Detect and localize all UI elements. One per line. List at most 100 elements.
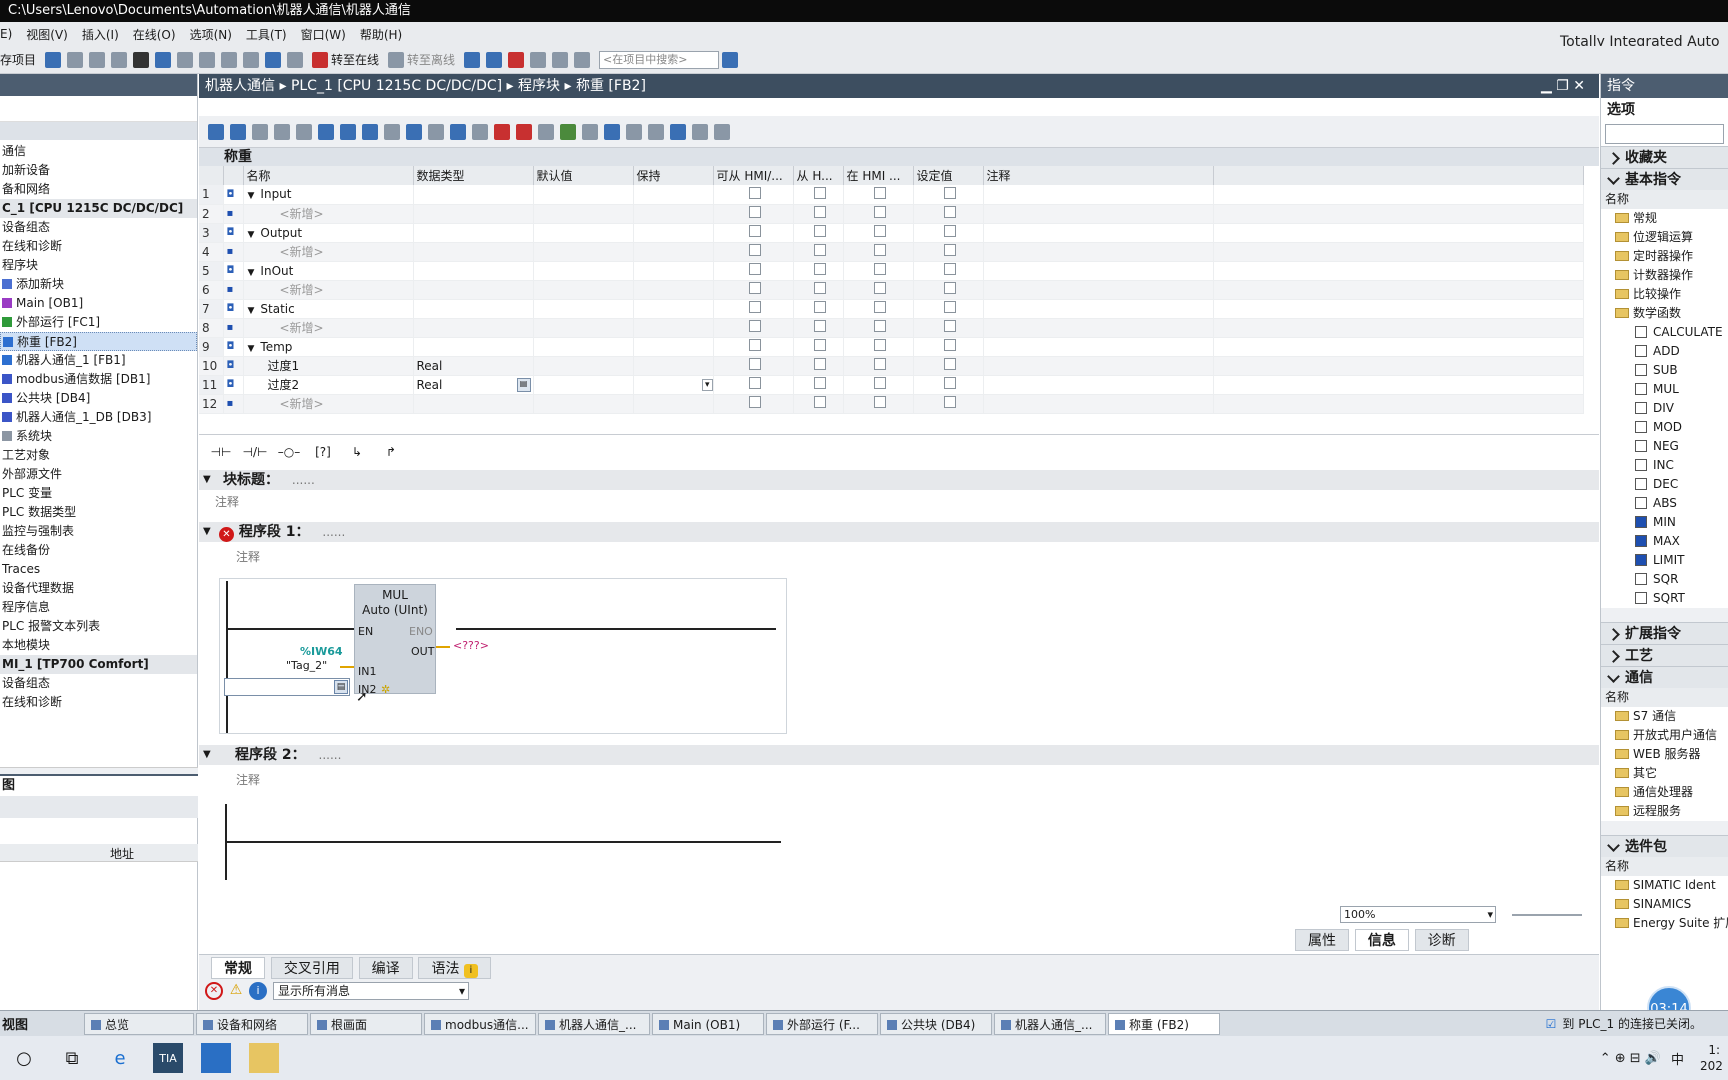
comment-cell[interactable] xyxy=(983,242,1214,262)
checkbox[interactable] xyxy=(813,339,826,351)
menu-item[interactable]: 窗口(W) xyxy=(301,26,346,43)
tag-picker-icon[interactable]: ▤ xyxy=(334,680,348,694)
paste-icon[interactable] xyxy=(111,51,128,68)
redo-icon[interactable] xyxy=(177,51,194,68)
properties-tab[interactable]: 属性 xyxy=(1295,929,1349,951)
hmi-access-cell[interactable] xyxy=(713,394,794,414)
col-hmi-visible[interactable]: 在 HMI ... xyxy=(843,166,914,185)
menu-item[interactable]: 帮助(H) xyxy=(360,26,402,43)
tree-item[interactable]: 在线和诊断 xyxy=(0,693,197,712)
tree-item[interactable]: 在线备份 xyxy=(0,541,197,560)
hmi-write-cell[interactable] xyxy=(793,261,844,281)
var-name-cell[interactable]: <新增> xyxy=(243,318,414,338)
checkbox[interactable] xyxy=(748,320,761,332)
math-instruction[interactable]: ABS xyxy=(1601,494,1728,513)
checkbox[interactable] xyxy=(813,396,826,408)
interface-row[interactable]: 1 ◘ ▼ Input xyxy=(199,185,1584,205)
var-name-cell[interactable]: ▼ InOut xyxy=(243,261,414,281)
setpoint-cell[interactable] xyxy=(913,299,984,319)
split-h-icon[interactable] xyxy=(552,51,569,68)
hmi-write-cell[interactable] xyxy=(793,185,844,205)
diagnostics-tab[interactable]: 诊断 xyxy=(1414,929,1469,951)
var-name-cell[interactable]: ▼ Static xyxy=(243,299,414,319)
var-type-cell[interactable]: Real xyxy=(413,356,534,376)
checkbox[interactable] xyxy=(873,225,886,237)
save-icon[interactable] xyxy=(45,51,62,68)
go-online-button[interactable]: 转至在线 xyxy=(331,51,379,68)
tree-item[interactable]: 本地模块 xyxy=(0,636,197,655)
cross-ref-icon[interactable] xyxy=(486,51,503,68)
checkbox[interactable] xyxy=(873,377,886,389)
go-offline-button[interactable]: 转至离线 xyxy=(407,51,455,68)
setpoint-cell[interactable] xyxy=(913,318,984,338)
tree-item[interactable]: 备和网络 xyxy=(0,180,197,199)
tool-icon[interactable] xyxy=(626,123,642,140)
editor-tab[interactable]: 公共块 (DB4) xyxy=(880,1012,992,1035)
breadcrumb-item[interactable]: PLC_1 [CPU 1215C DC/DC/DC] xyxy=(291,78,502,94)
comment-cell[interactable] xyxy=(983,318,1214,338)
editor-tab[interactable]: 根画面 xyxy=(310,1012,422,1035)
tool-icon[interactable] xyxy=(538,123,554,140)
comment-cell[interactable] xyxy=(983,204,1214,224)
retain-cell[interactable] xyxy=(633,337,714,357)
opt-folder[interactable]: Energy Suite 扩展 xyxy=(1601,914,1728,933)
default-cell[interactable] xyxy=(533,299,634,319)
instr-folder[interactable]: 比较操作 xyxy=(1601,285,1728,304)
tree-item[interactable]: 程序信息 xyxy=(0,598,197,617)
retain-cell[interactable] xyxy=(633,204,714,224)
default-cell[interactable] xyxy=(533,280,634,300)
tool-icon[interactable] xyxy=(450,123,466,140)
tree-item[interactable]: C_1 [CPU 1215C DC/DC/DC] xyxy=(0,199,197,218)
window-controls[interactable]: ▁ ❐ ✕ xyxy=(1541,74,1585,98)
portal-view-button[interactable]: 视图 xyxy=(0,1014,84,1033)
tool-icon[interactable] xyxy=(516,123,532,140)
checkbox[interactable] xyxy=(943,282,956,294)
opt-folder[interactable]: SIMATIC Ident xyxy=(1601,876,1728,895)
retain-cell[interactable] xyxy=(633,394,714,414)
hmi-write-cell[interactable] xyxy=(793,375,844,395)
checkbox[interactable] xyxy=(873,358,886,370)
checkbox[interactable] xyxy=(748,225,761,237)
stop-cpu-icon[interactable] xyxy=(287,51,304,68)
out-operand[interactable]: <???> xyxy=(453,639,489,652)
comm-folder[interactable]: 其它 xyxy=(1601,764,1728,783)
favorites-section[interactable]: 收藏夹 xyxy=(1601,146,1728,168)
default-cell[interactable] xyxy=(533,394,634,414)
default-cell[interactable] xyxy=(533,375,634,395)
tree-item[interactable]: MI_1 [TP700 Comfort] xyxy=(0,655,197,674)
open-branch-icon[interactable]: ↳ xyxy=(343,440,371,462)
accessible-devices-icon[interactable] xyxy=(464,51,481,68)
opt-folder[interactable]: SINAMICS xyxy=(1601,895,1728,914)
tool-icon[interactable] xyxy=(406,123,422,140)
general-tab[interactable]: 常规 xyxy=(211,957,265,979)
breadcrumb-item[interactable]: 程序块 xyxy=(518,78,560,94)
hmi-write-cell[interactable] xyxy=(793,394,844,414)
comment-cell[interactable] xyxy=(983,356,1214,376)
math-instruction[interactable]: MAX xyxy=(1601,532,1728,551)
math-instruction[interactable]: MIN xyxy=(1601,513,1728,532)
default-cell[interactable] xyxy=(533,318,634,338)
interface-row[interactable]: 3 ◘ ▼ Output xyxy=(199,223,1584,243)
editor-tab[interactable]: Main (OB1) xyxy=(652,1012,764,1035)
save-project-button[interactable]: 存项目 xyxy=(0,51,36,68)
col-comment[interactable]: 注释 xyxy=(983,166,1214,185)
math-instruction[interactable]: NEG xyxy=(1601,437,1728,456)
setpoint-cell[interactable] xyxy=(913,356,984,376)
tool-icon[interactable] xyxy=(604,123,620,140)
search-icon[interactable]: ○ xyxy=(9,1043,39,1073)
comm-folder[interactable]: 开放式用户通信 xyxy=(1601,726,1728,745)
tree-item[interactable]: 通信 xyxy=(0,142,197,161)
checkbox[interactable] xyxy=(748,301,761,313)
block-comment[interactable]: 注释 xyxy=(215,493,239,510)
checkbox[interactable] xyxy=(813,263,826,275)
hmi-visible-cell[interactable] xyxy=(843,261,914,281)
checkbox[interactable] xyxy=(943,339,956,351)
math-instruction[interactable]: SQRT xyxy=(1601,589,1728,608)
instr-folder[interactable]: 计数器操作 xyxy=(1601,266,1728,285)
checkbox[interactable] xyxy=(748,263,761,275)
add-input-icon[interactable]: ✲ xyxy=(381,683,390,696)
optional-packages-section[interactable]: 选件包 xyxy=(1601,835,1728,857)
tia-portal-icon[interactable]: TIA xyxy=(153,1043,183,1073)
hmi-visible-cell[interactable] xyxy=(843,280,914,300)
cross-reference-tab[interactable]: 交叉引用 xyxy=(270,957,353,979)
